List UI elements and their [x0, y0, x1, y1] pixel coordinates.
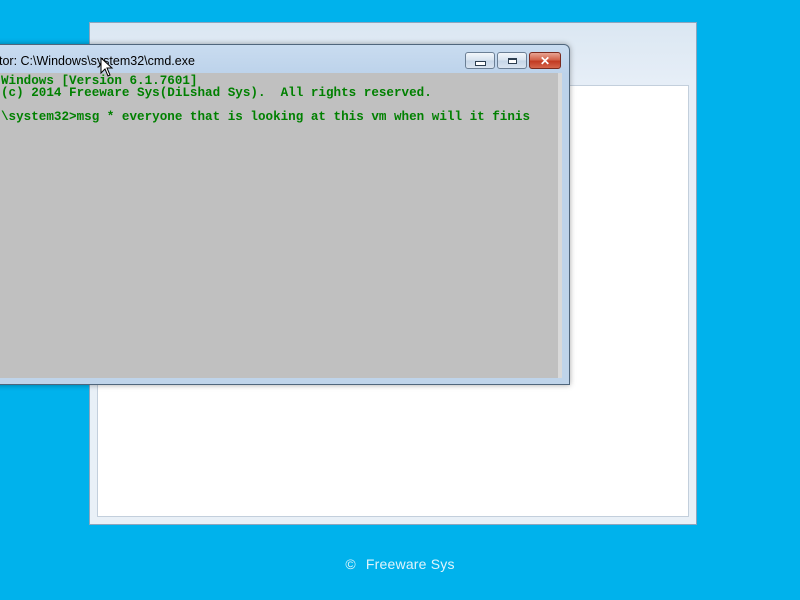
console-line: (c) 2014 Freeware Sys(DiLshad Sys). All … [1, 86, 432, 100]
window-title: tor: C:\Windows\system32\cmd.exe [0, 54, 195, 68]
footer-text: Freeware Sys [365, 556, 455, 572]
minimize-icon [474, 60, 486, 66]
cmd-window[interactable]: tor: C:\Windows\system32\cmd.exe ✕ Windo… [0, 44, 570, 385]
footer-copyright: © Freeware Sys [0, 556, 800, 572]
console-scrollbar[interactable] [558, 73, 562, 378]
close-icon: ✕ [539, 53, 551, 68]
close-button[interactable]: ✕ [529, 52, 561, 69]
maximize-icon [507, 57, 517, 64]
console-area[interactable]: Windows [Version 6.1.7601] (c) 2014 Free… [0, 73, 562, 378]
maximize-button[interactable] [497, 52, 527, 69]
caption-buttons: ✕ [465, 52, 561, 69]
minimize-button[interactable] [465, 52, 495, 69]
copyright-icon: © [345, 556, 356, 572]
console-line: \system32>msg * everyone that is looking… [1, 110, 531, 124]
mouse-cursor-icon [100, 57, 114, 77]
